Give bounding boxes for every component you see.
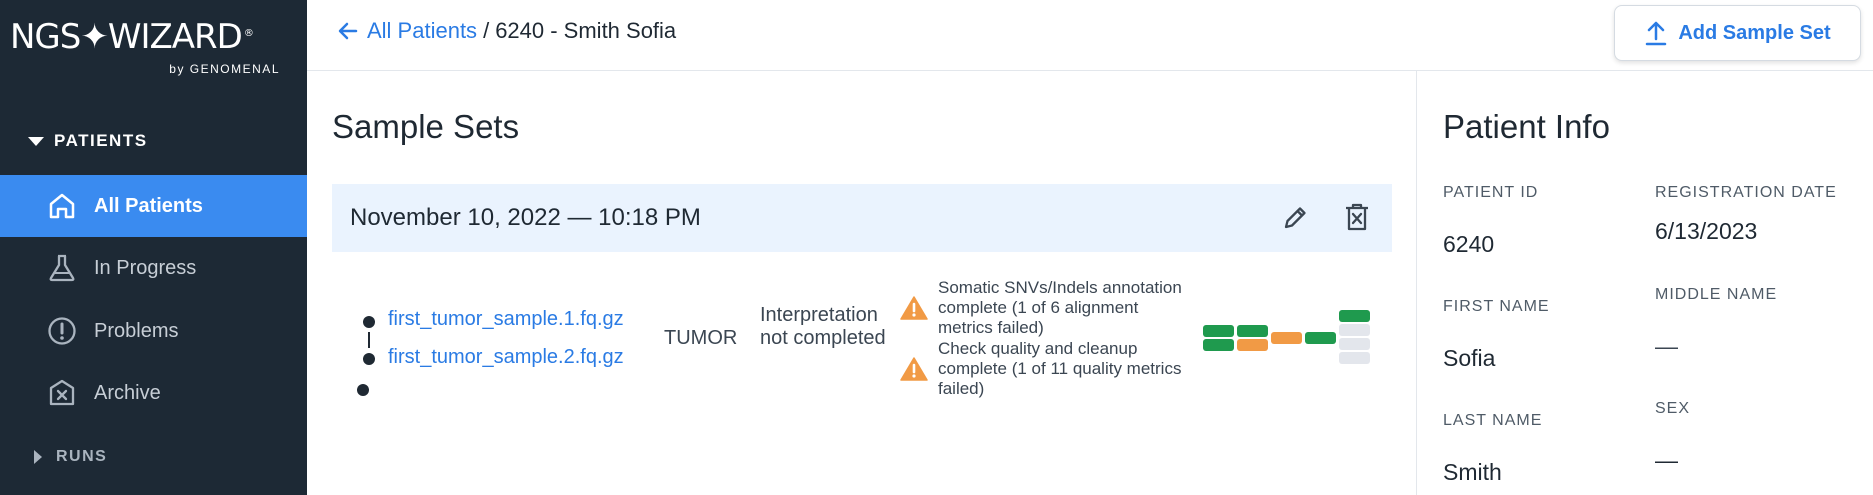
back-link-label: All Patients <box>367 18 478 43</box>
metric-cell <box>1203 325 1234 337</box>
delete-sample-set-button[interactable] <box>1340 200 1374 234</box>
patient-info-panel: Patient Info PATIENT ID 6240 REGISTRATIO… <box>1418 71 1873 495</box>
metric-cell <box>1305 332 1336 344</box>
patients-section-label: PATIENTS <box>54 131 148 150</box>
file-connector <box>368 332 370 348</box>
runs-section-label: RUNS <box>56 448 108 465</box>
breadcrumb-current-patient: 6240 - Smith Sofia <box>495 18 677 43</box>
patients-section-toggle[interactable]: PATIENTS <box>28 131 148 151</box>
trash-icon <box>1346 203 1368 231</box>
logo-wordmark: NGS✦WIZARD ® <box>10 20 300 54</box>
breadcrumb-separator: / <box>483 18 490 43</box>
registration-date-value: 6/13/2023 <box>1655 218 1758 244</box>
sample-set-date: November 10, 2022 — 10:18 PM <box>350 204 701 231</box>
sidebar-item-label: Problems <box>94 319 179 342</box>
brand-logo[interactable]: NGS✦WIZARD ® by GENOMENAL <box>10 20 300 80</box>
sample-sets-title: Sample Sets <box>332 108 520 145</box>
pipeline-metrics-indicator[interactable] <box>1203 310 1373 368</box>
patient-id-value: 6240 <box>1443 231 1495 257</box>
logo-name: NGS✦WIZARD <box>10 17 243 57</box>
logo-byline: by GENOMENAL <box>169 62 280 76</box>
sidebar-item-label: All Patients <box>94 194 203 217</box>
metric-cell <box>1339 338 1370 350</box>
metric-cell <box>1339 324 1370 336</box>
last-name-label: LAST NAME <box>1443 412 1543 429</box>
metric-cell <box>1339 352 1370 364</box>
interpretation-status: Interpretation not completed <box>760 304 886 349</box>
file-bullet <box>363 316 375 328</box>
sidebar-item-label: Archive <box>94 381 161 404</box>
patient-info-title: Patient Info <box>1443 108 1610 145</box>
metric-cell <box>1237 339 1268 351</box>
metric-cell <box>1237 325 1268 337</box>
warning-triangle-icon <box>900 296 928 320</box>
sample-type: TUMOR <box>664 327 738 349</box>
sample-sets-panel: Sample Sets November 10, 2022 — 10:18 PM <box>307 71 1417 495</box>
sample-set-header: November 10, 2022 — 10:18 PM <box>332 184 1392 252</box>
first-name-label: FIRST NAME <box>1443 298 1550 315</box>
sidebar-item-archive[interactable]: Archive <box>0 362 307 424</box>
logo-registered-mark: ® <box>243 27 254 39</box>
add-sample-set-label: Add Sample Set <box>1678 21 1831 44</box>
arrow-left-icon <box>338 22 358 40</box>
warning-quality-text: Check quality and cleanup complete (1 of… <box>938 339 1182 398</box>
metric-cell <box>1271 332 1302 344</box>
sidebar-item-problems[interactable]: Problems <box>0 300 307 362</box>
sidebar-item-label: In Progress <box>94 256 197 279</box>
alert-circle-icon <box>48 317 76 345</box>
patient-id-label: PATIENT ID <box>1443 184 1539 201</box>
top-bar: All Patients / 6240 - Smith Sofia Add Sa… <box>307 0 1873 71</box>
add-sample-set-button[interactable]: Add Sample Set <box>1614 5 1861 61</box>
file-bullet <box>357 384 369 396</box>
home-icon <box>49 193 75 219</box>
upload-icon <box>1646 21 1667 46</box>
file-bullet <box>363 353 375 365</box>
breadcrumb: All Patients / 6240 - Smith Sofia <box>337 18 676 44</box>
fastq-file-link-1[interactable]: first_tumor_sample.1.fq.gz <box>388 308 624 331</box>
metric-cell <box>1339 310 1370 322</box>
caret-down-icon <box>28 136 44 146</box>
middle-name-value: — <box>1655 333 1678 359</box>
pencil-icon <box>1284 207 1306 229</box>
caret-right-icon <box>34 450 42 464</box>
archive-box-icon <box>49 379 75 406</box>
sex-label: SEX <box>1655 400 1691 417</box>
registration-date-label: REGISTRATION DATE <box>1655 184 1837 201</box>
first-name-value: Sofia <box>1443 345 1496 371</box>
warning-triangle-icon <box>900 357 928 381</box>
sidebar: NGS✦WIZARD ® by GENOMENAL PATIENTS All Pa… <box>0 0 307 495</box>
metric-cell <box>1203 339 1234 351</box>
warning-alignment-text: Somatic SNVs/Indels annotation complete … <box>938 278 1182 337</box>
last-name-value: Smith <box>1443 459 1502 485</box>
sex-value: — <box>1655 447 1678 473</box>
sidebar-item-in-progress[interactable]: In Progress <box>0 237 307 299</box>
back-to-all-patients-link[interactable]: All Patients <box>337 18 477 44</box>
edit-sample-set-button[interactable] <box>1279 200 1313 234</box>
fastq-file-link-2[interactable]: first_tumor_sample.2.fq.gz <box>388 346 624 369</box>
sidebar-item-all-patients[interactable]: All Patients <box>0 175 307 237</box>
runs-section-toggle[interactable]: RUNS <box>34 448 107 466</box>
flask-icon <box>49 254 75 282</box>
middle-name-label: MIDDLE NAME <box>1655 286 1778 303</box>
